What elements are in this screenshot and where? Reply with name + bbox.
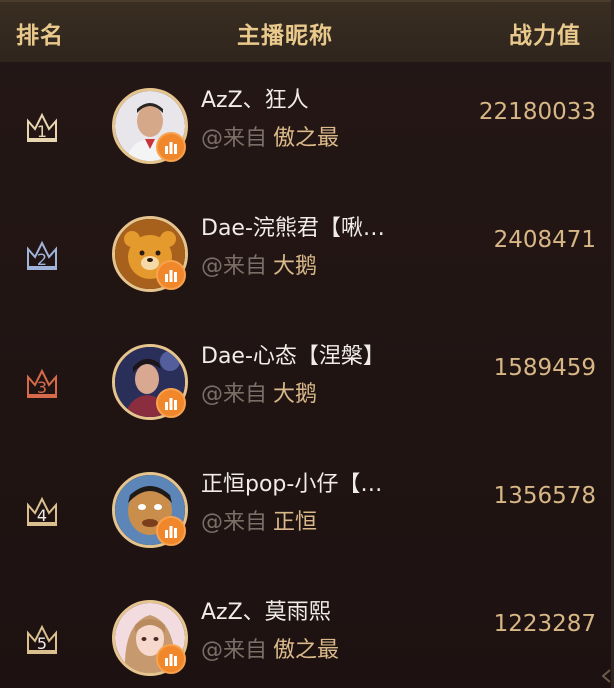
streamer-source: @来自 大鹅 <box>201 248 317 280</box>
streamer-name[interactable]: Dae-浣熊君【啾… <box>201 210 385 242</box>
streamer-avatar[interactable] <box>112 216 188 292</box>
streamer-name[interactable]: Dae-心态【涅槃】 <box>201 338 385 370</box>
rank-column-header: 排名 <box>16 23 64 49</box>
streamer-name[interactable]: AzZ、莫雨熙 <box>201 594 331 626</box>
power-value: 1589459 <box>493 355 596 381</box>
rank-number: 1 <box>37 122 47 141</box>
leaderboard-panel: 排名 主播昵称 战力值 1 AzZ、狂人 @来自 傲之最 22180033 2 … <box>0 0 614 688</box>
crown-icon: 2 <box>22 235 62 273</box>
streamer-source: @来自 正恒 <box>201 504 317 536</box>
name-column-header: 主播昵称 <box>237 23 333 49</box>
live-badge-icon <box>156 644 186 674</box>
power-column-header: 战力值 <box>509 23 581 49</box>
team-name: 正恒 <box>273 510 318 535</box>
streamer-source: @来自 大鹅 <box>201 376 317 408</box>
leaderboard-row[interactable]: 2 Dae-浣熊君【啾… @来自 大鹅 2408471 <box>0 190 611 318</box>
team-name: 大鹅 <box>273 254 318 279</box>
team-name: 傲之最 <box>273 638 340 663</box>
streamer-avatar[interactable] <box>112 88 188 164</box>
team-name: 傲之最 <box>273 126 340 151</box>
source-prefix: @来自 <box>201 638 268 663</box>
team-name: 大鹅 <box>273 382 318 407</box>
rank-number: 5 <box>37 634 47 653</box>
rank-number: 4 <box>37 506 47 525</box>
streamer-name[interactable]: AzZ、狂人 <box>201 82 309 114</box>
leaderboard-row[interactable]: 4 正恒pop-小仔【… @来自 正恒 1356578 <box>0 446 611 574</box>
rank-number: 3 <box>37 378 47 397</box>
leaderboard-row[interactable]: 1 AzZ、狂人 @来自 傲之最 22180033 <box>0 62 611 190</box>
streamer-source: @来自 傲之最 <box>201 632 339 664</box>
streamer-name[interactable]: 正恒pop-小仔【… <box>201 466 382 498</box>
crown-icon: 4 <box>22 491 62 529</box>
streamer-avatar[interactable] <box>112 600 188 676</box>
rank-number: 2 <box>37 250 47 269</box>
power-value: 1223287 <box>493 611 596 637</box>
crown-icon: 5 <box>22 619 62 657</box>
source-prefix: @来自 <box>201 126 268 151</box>
source-prefix: @来自 <box>201 510 268 535</box>
live-badge-icon <box>156 388 186 418</box>
live-badge-icon <box>156 516 186 546</box>
leaderboard-header: 排名 主播昵称 战力值 <box>0 0 611 62</box>
power-value: 22180033 <box>478 99 596 125</box>
leaderboard-row[interactable]: 5 AzZ、莫雨熙 @来自 傲之最 1223287 <box>0 574 611 688</box>
streamer-source: @来自 傲之最 <box>201 120 339 152</box>
power-value: 2408471 <box>493 227 596 253</box>
live-badge-icon <box>156 132 186 162</box>
power-value: 1356578 <box>493 483 596 509</box>
resize-corner-icon[interactable] <box>601 668 611 683</box>
crown-icon: 1 <box>22 107 62 145</box>
streamer-avatar[interactable] <box>112 472 188 548</box>
source-prefix: @来自 <box>201 382 268 407</box>
streamer-avatar[interactable] <box>112 344 188 420</box>
source-prefix: @来自 <box>201 254 268 279</box>
leaderboard-row[interactable]: 3 Dae-心态【涅槃】 @来自 大鹅 1589459 <box>0 318 611 446</box>
live-badge-icon <box>156 260 186 290</box>
crown-icon: 3 <box>22 363 62 401</box>
